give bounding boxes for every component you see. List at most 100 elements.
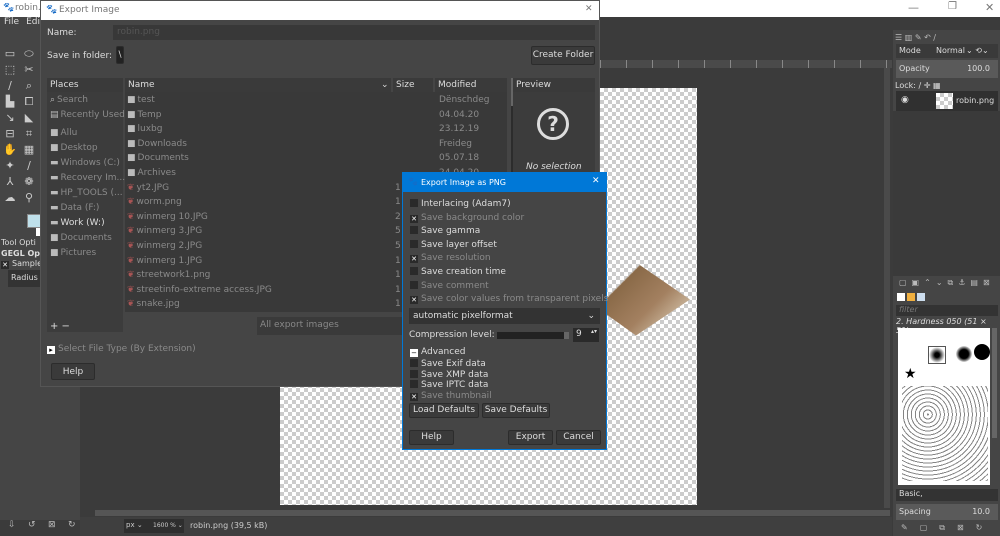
unchecked-box-icon[interactable] (410, 199, 418, 207)
visibility-eye-icon[interactable]: ◉ (901, 95, 909, 105)
unchecked-box-icon[interactable] (410, 267, 418, 275)
file-type-expander[interactable]: ▸ Select File Type (By Extension) (47, 344, 196, 354)
cancel-button[interactable]: Cancel (556, 430, 601, 445)
checked-box-icon[interactable]: ✕ (410, 296, 418, 305)
sample-checkbox[interactable]: ✕ Sample (1, 259, 42, 269)
brush-scrollbar[interactable] (992, 328, 997, 438)
lock-alpha-icon[interactable]: ▦ (933, 81, 941, 90)
size-column-header[interactable]: Size (393, 78, 433, 92)
option-checkbox[interactable]: Save comment (410, 279, 489, 293)
tool-icon[interactable]: ▙ (3, 96, 17, 108)
file-row[interactable]: ■ Temp 04.04.20 (127, 108, 507, 122)
menu-file[interactable]: File (4, 17, 19, 27)
delete-options-icon[interactable]: ⊠ (48, 520, 56, 530)
dock-tabs[interactable]: ☰ ▥ ✎ ↶ ∕ (895, 33, 936, 42)
option-checkbox[interactable]: Save gamma (410, 224, 480, 238)
help-button[interactable]: Help (51, 363, 95, 380)
tool-icon[interactable]: ∕ (3, 80, 17, 92)
tool-icon[interactable]: ☁ (3, 192, 17, 204)
slider-handle[interactable] (564, 332, 569, 339)
tool-icon[interactable]: ∕ (22, 160, 36, 172)
brush-preset-select[interactable]: Basic, (896, 489, 998, 501)
layers-list[interactable] (893, 111, 1000, 276)
spacing-slider[interactable]: Spacing 10.0 (896, 504, 998, 520)
patterns-tab[interactable] (907, 293, 915, 301)
unchecked-box-icon[interactable] (410, 369, 418, 378)
tool-icon[interactable]: ⬭ (22, 48, 36, 60)
checked-box-icon[interactable]: ✕ (410, 392, 418, 401)
close-icon[interactable]: ✕ (585, 4, 593, 14)
vertical-scrollbar[interactable] (884, 68, 890, 508)
tool-icon[interactable]: ⌕ (22, 80, 36, 92)
layer-row[interactable]: ◉ robin.png (896, 91, 998, 111)
place-item[interactable]: ■ Documents (50, 231, 112, 245)
compression-spinbox[interactable]: 9 ▴▾ (573, 328, 599, 342)
tool-icon[interactable]: ✂ (22, 64, 36, 76)
place-item[interactable]: ▬ Windows (C:) (50, 156, 120, 170)
restore-options-icon[interactable]: ↺ (28, 520, 36, 530)
tool-icon[interactable]: ⧠ (22, 96, 36, 108)
tool-icon[interactable]: ▭ (3, 48, 17, 60)
place-item[interactable]: ■ Allu (50, 126, 77, 140)
option-checkbox[interactable]: Interlacing (Adam7) (410, 197, 511, 211)
maximize-icon[interactable]: ❐ (948, 1, 957, 12)
tool-icon[interactable]: ❁ (22, 176, 36, 188)
brush-grid[interactable]: ★ (898, 328, 990, 485)
export-button[interactable]: Export (508, 430, 553, 445)
tool-icon[interactable]: ⊟ (3, 128, 17, 140)
place-item[interactable]: ■ Pictures (50, 246, 96, 260)
tool-icon[interactable]: ◣ (22, 112, 36, 124)
load-defaults-button[interactable]: Load Defaults (409, 403, 479, 418)
place-item[interactable]: ▬ HP_TOOLS (... (50, 186, 123, 200)
foreground-color-swatch[interactable] (27, 214, 41, 228)
unchecked-box-icon[interactable] (410, 239, 418, 248)
option-checkbox[interactable]: ✕ Save thumbnail (410, 389, 492, 403)
unit-select[interactable]: px ⌄ (124, 519, 152, 533)
option-checkbox[interactable]: Save creation time (410, 265, 506, 279)
help-button[interactable]: Help (409, 430, 454, 445)
unchecked-box-icon[interactable] (410, 226, 418, 235)
create-folder-button[interactable]: Create Folder (531, 46, 595, 65)
texture-brushes[interactable] (902, 386, 988, 481)
place-item[interactable]: ■ Desktop (50, 141, 98, 155)
place-item[interactable]: ⌕ Search (50, 93, 88, 107)
tool-icon[interactable]: ▦ (22, 144, 36, 156)
advanced-expander[interactable]: − Advanced (410, 347, 465, 357)
tool-icon[interactable]: ✋ (3, 144, 17, 156)
file-row[interactable]: ■ Downloads Freideg (127, 137, 507, 151)
tool-icon[interactable]: ⚲ (22, 192, 36, 204)
compression-slider[interactable] (497, 332, 569, 339)
unchecked-box-icon[interactable] (410, 359, 418, 367)
file-row[interactable]: ■ Documents 05.07.18 (127, 151, 507, 165)
path-button[interactable]: \ (116, 46, 124, 64)
lock-pixels-icon[interactable]: ∕ (918, 81, 921, 90)
brushes-tab[interactable] (897, 293, 905, 301)
reset-options-icon[interactable]: ↻ (68, 520, 76, 530)
checked-box-icon[interactable]: ✕ (410, 214, 418, 223)
radius-field[interactable]: Radius (8, 270, 40, 287)
file-row[interactable]: ■ luxbg 23.12.19 (127, 122, 507, 136)
brush-item[interactable] (974, 344, 990, 360)
option-checkbox[interactable]: ✕ Save resolution (410, 251, 491, 265)
name-column-header[interactable]: Name ⌄ (125, 78, 391, 92)
pixelformat-select[interactable]: automatic pixelformat ⌄ (409, 308, 600, 324)
close-icon[interactable]: ✕ (592, 176, 600, 186)
lock-position-icon[interactable]: ✛ (924, 81, 931, 90)
save-options-icon[interactable]: ⇩ (8, 520, 16, 530)
opacity-slider[interactable]: Opacity 100.0 (896, 60, 998, 78)
file-filter-select[interactable]: All export images (257, 317, 407, 335)
minimize-icon[interactable]: — (908, 1, 919, 14)
add-remove-places[interactable]: + − (50, 321, 70, 332)
horizontal-scrollbar[interactable] (95, 510, 890, 516)
unchecked-box-icon[interactable] (410, 380, 418, 388)
zoom-select[interactable]: 1600 % ⌄ (152, 519, 184, 533)
tool-icon[interactable]: ⌗ (22, 128, 36, 140)
tool-icon[interactable]: ⬚ (3, 64, 17, 76)
selected-brush[interactable] (928, 346, 946, 364)
brush-item[interactable] (956, 346, 972, 362)
save-defaults-button[interactable]: Save Defaults (482, 403, 550, 418)
option-checkbox[interactable]: ✕ Save color values from transparent pixe… (410, 292, 608, 306)
tool-icon[interactable]: ✦ (3, 160, 17, 172)
unchecked-box-icon[interactable] (410, 280, 418, 289)
modified-column-header[interactable]: Modified (435, 78, 507, 92)
